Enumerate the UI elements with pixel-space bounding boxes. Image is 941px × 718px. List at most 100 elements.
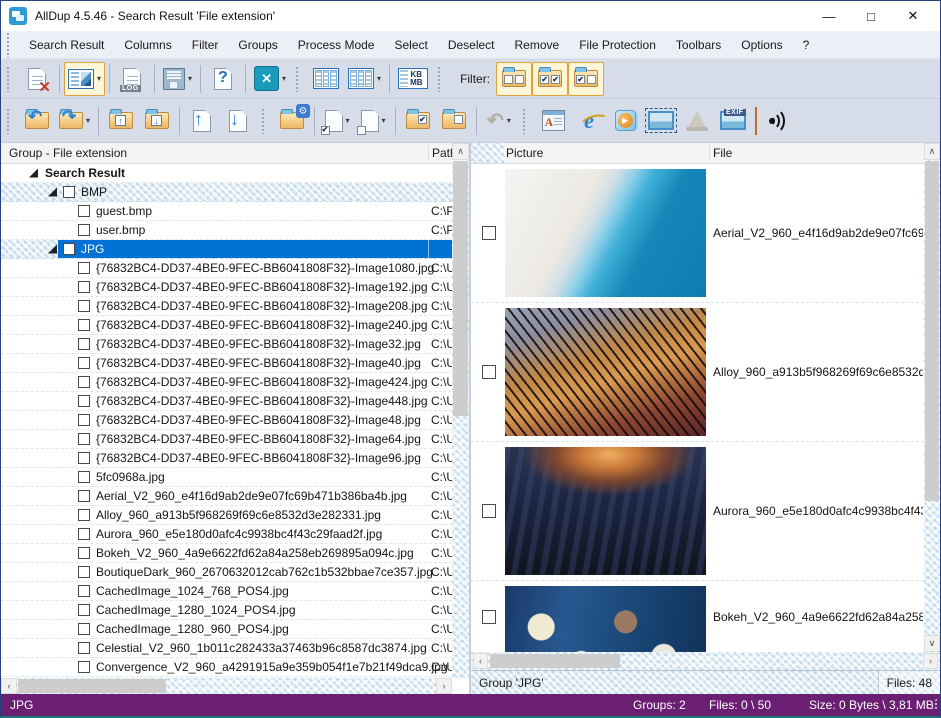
minimize-button[interactable]: —	[808, 2, 850, 30]
file-checkbox[interactable]	[482, 226, 496, 240]
deselect-files-button[interactable]: ▾	[355, 104, 391, 138]
menu-item-remove[interactable]: Remove	[505, 33, 570, 57]
column-header-path[interactable]: Path	[432, 146, 452, 160]
file-checkbox[interactable]	[78, 623, 90, 635]
file-checkbox[interactable]	[78, 604, 90, 616]
column-header-file[interactable]: File	[713, 146, 732, 160]
toolbar-grip[interactable]	[437, 66, 442, 92]
open-media-player-button[interactable]: ▶	[607, 104, 643, 138]
column-width-button[interactable]: ▾	[344, 62, 385, 96]
tree-file-row[interactable]: Aurora_960_e5e180d0afc4c9938bc4f43c29faa…	[1, 525, 452, 544]
thumbnail-bokeh[interactable]	[505, 586, 706, 652]
menu-drag-grip[interactable]	[6, 32, 11, 58]
toolbar-grip[interactable]	[295, 66, 300, 92]
group-checkbox[interactable]	[63, 186, 75, 198]
tree-file-row[interactable]: CachedImage_1280_1024_POS4.jpgC:\U	[1, 601, 452, 620]
close-search-result-button[interactable]: ✕	[19, 62, 55, 96]
toolbar-grip[interactable]	[261, 108, 266, 134]
tree-file-row[interactable]: {76832BC4-DD37-4BE0-9FEC-BB6041808F32}-I…	[1, 411, 452, 430]
menu-item-deselect[interactable]: Deselect	[438, 33, 505, 57]
file-checkbox[interactable]	[78, 414, 90, 426]
folder-options-button[interactable]: ⚙	[274, 104, 310, 138]
group-checkbox[interactable]	[63, 243, 75, 255]
expand-triangle-icon[interactable]	[48, 245, 57, 254]
file-checkbox[interactable]	[78, 452, 90, 464]
thumbnail-aurora[interactable]	[505, 447, 706, 575]
file-checkbox[interactable]	[78, 642, 90, 654]
file-size-format-button[interactable]: KBMB	[394, 62, 432, 96]
tree-vertical-scrollbar[interactable]: ∧	[452, 143, 469, 678]
picture-vertical-scrollbar[interactable]: ∧ ∨	[924, 143, 940, 652]
tree-file-row[interactable]: {76832BC4-DD37-4BE0-9FEC-BB6041808F32}-I…	[1, 373, 452, 392]
menu-item-file-protection[interactable]: File Protection	[569, 33, 666, 57]
open-exif-viewer-button[interactable]: EXIF	[715, 104, 751, 138]
menu-item-toolbars[interactable]: Toolbars	[666, 33, 731, 57]
scroll-right-icon[interactable]: ›	[923, 653, 938, 669]
tree-file-row[interactable]: Bokeh_V2_960_4a9e6622fd62a84a258eb269895…	[1, 544, 452, 563]
filter-none-checked-button[interactable]	[496, 62, 532, 96]
picture-row[interactable]: Aerial_V2_960_e4f16d9ab2de9e07fc69b471b3…	[471, 164, 924, 303]
preview-pane-toggle-button[interactable]: ▾	[64, 62, 105, 96]
expand-triangle-icon[interactable]	[48, 188, 57, 197]
menu-item-search-result[interactable]: Search Result	[19, 33, 114, 57]
menu-item-options[interactable]: Options	[731, 33, 792, 57]
picture-row[interactable]: Bokeh_V2_960_4a9e6622fd62a84a258eb269895…	[471, 581, 924, 652]
column-header-picture[interactable]: Picture	[506, 146, 543, 160]
open-audio-player-button[interactable]	[761, 104, 797, 138]
scroll-up-icon[interactable]: ∧	[452, 143, 469, 160]
tree-file-row[interactable]: {76832BC4-DD37-4BE0-9FEC-BB6041808F32}-I…	[1, 335, 452, 354]
file-checkbox[interactable]	[78, 262, 90, 274]
open-image-viewer-button[interactable]	[643, 104, 679, 138]
open-text-editor-button[interactable]: A	[535, 104, 571, 138]
tree-file-row[interactable]: guest.bmpC:\P	[1, 202, 452, 221]
toolbar-grip[interactable]	[522, 108, 527, 134]
maximize-button[interactable]: □	[850, 2, 892, 30]
picture-horizontal-scrollbar[interactable]: ‹ ›	[471, 652, 940, 670]
menu-item-groups[interactable]: Groups	[228, 33, 287, 57]
file-checkbox[interactable]	[78, 433, 90, 445]
open-internet-explorer-button[interactable]: e	[571, 104, 607, 138]
file-checkbox[interactable]	[78, 585, 90, 597]
tree-file-row[interactable]: {76832BC4-DD37-4BE0-9FEC-BB6041808F32}-I…	[1, 430, 452, 449]
column-layout-button[interactable]	[308, 62, 344, 96]
file-checkbox[interactable]	[78, 471, 90, 483]
picture-row[interactable]: Aurora_960_e5e180d0afc4c9938bc4f43c29faa…	[471, 442, 924, 581]
save-result-button[interactable]: ▾	[159, 62, 196, 96]
scroll-left-icon[interactable]: ‹	[1, 678, 17, 694]
tree-file-row[interactable]: {76832BC4-DD37-4BE0-9FEC-BB6041808F32}-I…	[1, 278, 452, 297]
scrollbar-thumb[interactable]	[18, 679, 166, 693]
file-checkbox[interactable]	[78, 300, 90, 312]
scroll-left-icon[interactable]: ‹	[473, 653, 488, 669]
expand-triangle-icon[interactable]	[29, 169, 38, 178]
toolbar-grip[interactable]	[6, 108, 11, 134]
scrollbar-thumb[interactable]	[490, 654, 620, 668]
menu-item-select[interactable]: Select	[384, 33, 437, 57]
tree-file-row[interactable]: {76832BC4-DD37-4BE0-9FEC-BB6041808F32}-I…	[1, 297, 452, 316]
file-checkbox[interactable]	[482, 365, 496, 379]
tree-file-row[interactable]: CachedImage_1024_768_POS4.jpgC:\U	[1, 582, 452, 601]
tree-horizontal-scrollbar[interactable]: ‹ ›	[1, 678, 452, 694]
export-file-list-button[interactable]: ↑	[184, 104, 220, 138]
tree-file-row[interactable]: {76832BC4-DD37-4BE0-9FEC-BB6041808F32}-I…	[1, 392, 452, 411]
scrollbar-thumb[interactable]	[453, 161, 468, 416]
scrollbar-thumb[interactable]	[925, 161, 939, 501]
file-checkbox[interactable]	[482, 504, 496, 518]
scroll-right-icon[interactable]: ›	[436, 678, 452, 694]
move-files-up-button[interactable]: ↑	[103, 104, 139, 138]
file-checkbox[interactable]	[78, 661, 90, 673]
tree-file-row[interactable]: CachedImage_1280_960_POS4.jpgC:\U	[1, 620, 452, 639]
file-checkbox[interactable]	[78, 205, 90, 217]
tree-file-row[interactable]: {76832BC4-DD37-4BE0-9FEC-BB6041808F32}-I…	[1, 354, 452, 373]
close-button[interactable]: ✕	[892, 2, 934, 30]
menu-item-help[interactable]: ?	[793, 33, 820, 57]
file-checkbox[interactable]	[78, 224, 90, 236]
filter-one-checked-button[interactable]: ✔	[568, 62, 604, 96]
tree-file-row[interactable]: Convergence_V2_960_a4291915a9e359b054f1e…	[1, 658, 452, 677]
select-folder-button[interactable]: ✔	[400, 104, 436, 138]
tree-row-search-result[interactable]: Search Result	[1, 164, 452, 183]
picture-row[interactable]: Alloy_960_a913b5f968269f69c6e8532d3e2823…	[471, 303, 924, 442]
tree-file-row[interactable]: user.bmpC:\P	[1, 221, 452, 240]
folder-back-button[interactable]: ↶	[19, 104, 55, 138]
tree-file-row[interactable]: BoutiqueDark_960_2670632012cab762c1b532b…	[1, 563, 452, 582]
move-files-down-button[interactable]: ↓	[139, 104, 175, 138]
